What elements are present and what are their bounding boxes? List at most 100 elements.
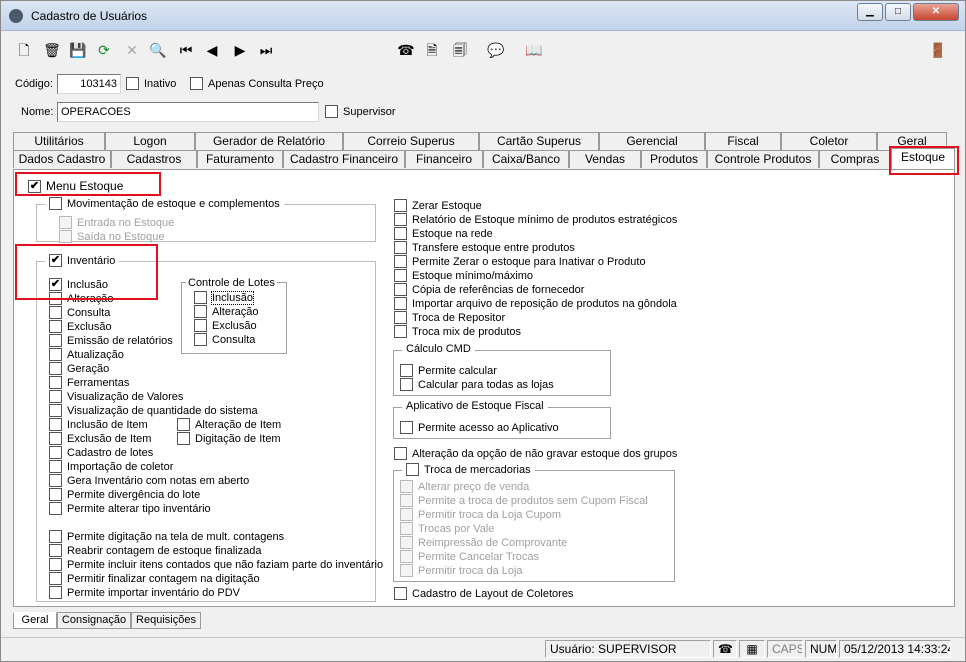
cancelar-trocas-checkbox[interactable]: Permite Cancelar Trocas	[400, 550, 539, 563]
tab-coletor[interactable]: Coletor	[781, 132, 877, 150]
tab-bottom-requisicoes[interactable]: Requisições	[131, 612, 201, 629]
exit-icon[interactable]: 🚪	[929, 41, 947, 59]
inv-gera-inventario-checkbox[interactable]: Gera Inventário com notas em aberto	[49, 474, 249, 487]
add-doc-icon[interactable]: 🗎	[423, 41, 441, 59]
inv-divergencia-lote-checkbox[interactable]: Permite divergência do lote	[49, 488, 200, 501]
inv-digitacao-mult-contagens-checkbox[interactable]: Permite digitação na tela de mult. conta…	[49, 530, 284, 543]
lotes-exclusao-checkbox[interactable]: Exclusão	[194, 319, 257, 332]
alteracao-opcao-grupos-checkbox[interactable]: Alteração da opção de não gravar estoque…	[394, 447, 677, 460]
inv-visualizacao-valores-checkbox[interactable]: Visualização de Valores	[49, 390, 183, 403]
troca-repositor-checkbox[interactable]: Troca de Repositor	[394, 311, 505, 324]
inv-alteracao-item-checkbox[interactable]: Alteração de Item	[177, 418, 281, 431]
apenas-consulta-checkbox[interactable]: Apenas Consulta Preço	[190, 77, 324, 90]
reimpressao-comprovante-checkbox[interactable]: Reimpressão de Comprovante	[400, 536, 567, 549]
troca-loja-checkbox[interactable]: Permitir troca da Loja	[400, 564, 523, 577]
inv-emissao-relatorios-checkbox[interactable]: Emissão de relatórios	[49, 334, 173, 347]
inv-consulta-checkbox[interactable]: Consulta	[49, 306, 110, 319]
trocas-por-vale-checkbox[interactable]: Trocas por Vale	[400, 522, 494, 535]
inativo-checkbox[interactable]: Inativo	[126, 77, 176, 90]
tab-gerencial[interactable]: Gerencial	[599, 132, 705, 150]
delete-icon[interactable]: 🗑	[43, 41, 61, 59]
phone-icon[interactable]: ☎	[397, 41, 415, 59]
tab-faturamento[interactable]: Faturamento	[197, 150, 283, 168]
lotes-consulta-checkbox[interactable]: Consulta	[194, 333, 255, 346]
refresh-icon[interactable]: ⟳	[95, 41, 113, 59]
report-icon[interactable]: 🗐	[451, 41, 469, 59]
inv-inclusao-item-checkbox[interactable]: Inclusão de Item	[49, 418, 148, 431]
tab-bottom-geral[interactable]: Geral	[13, 612, 57, 629]
troca-loja-cupom-checkbox[interactable]: Permitir troca da Loja Cupom	[400, 508, 561, 521]
inv-importacao-coletor-checkbox[interactable]: Importação de coletor	[49, 460, 173, 473]
chat-icon[interactable]: 💬	[487, 41, 505, 59]
search-icon[interactable]: 🔍	[149, 41, 167, 59]
saida-estoque-checkbox[interactable]: Saída no Estoque	[59, 230, 164, 243]
estoque-min-max-checkbox[interactable]: Estoque mínimo/máximo	[394, 269, 533, 282]
zerar-inativar-checkbox[interactable]: Permite Zerar o estoque para Inativar o …	[394, 255, 646, 268]
troca-mercadorias-checkbox[interactable]: Troca de mercadorias	[402, 463, 535, 476]
permite-calcular-checkbox[interactable]: Permite calcular	[400, 364, 497, 377]
tab-utilitarios[interactable]: Utilitários	[13, 132, 105, 150]
controle-lotes-group: Controle de Lotes Inclusão Alteração Exc…	[181, 277, 287, 354]
tab-fiscal[interactable]: Fiscal	[705, 132, 781, 150]
tab-gerador-relatorio[interactable]: Gerador de Relatório	[195, 132, 343, 150]
calcular-todas-lojas-checkbox[interactable]: Calcular para todas as lojas	[400, 378, 554, 391]
inv-digitacao-item-checkbox[interactable]: Digitação de Item	[177, 432, 281, 445]
inv-geracao-checkbox[interactable]: Geração	[49, 362, 109, 375]
calculator-icon[interactable]: ▦	[739, 640, 765, 658]
minimize-button[interactable]: ▁	[857, 3, 883, 21]
prev-record-icon[interactable]: ◀	[203, 41, 221, 59]
maximize-button[interactable]: □	[885, 3, 911, 21]
nome-label: Nome:	[21, 106, 54, 118]
cadastro-layout-coletores-checkbox[interactable]: Cadastro de Layout de Coletores	[394, 587, 573, 600]
tab-cadastro-financeiro[interactable]: Cadastro Financeiro	[283, 150, 405, 168]
inv-visualizacao-quantidade-checkbox[interactable]: Visualização de quantidade do sistema	[49, 404, 258, 417]
tab-financeiro[interactable]: Financeiro	[405, 150, 483, 168]
last-record-icon[interactable]: ⏭	[257, 41, 275, 59]
transfere-estoque-checkbox[interactable]: Transfere estoque entre produtos	[394, 241, 575, 254]
troca-sem-cupom-checkbox[interactable]: Permite a troca de produtos sem Cupom Fi…	[400, 494, 648, 507]
inv-atualizacao-checkbox[interactable]: Atualização	[49, 348, 124, 361]
tab-produtos[interactable]: Produtos	[641, 150, 707, 168]
inv-exclusao-item-checkbox[interactable]: Exclusão de Item	[49, 432, 151, 445]
movimentacao-checkbox[interactable]: Movimentação de estoque e complementos	[45, 197, 284, 210]
estoque-rede-checkbox[interactable]: Estoque na rede	[394, 227, 493, 240]
new-icon[interactable]: 🗋	[15, 41, 33, 59]
inv-importar-pdv-checkbox[interactable]: Permite importar inventário do PDV	[49, 586, 240, 599]
codigo-input[interactable]	[57, 74, 121, 94]
tab-controle-produtos[interactable]: Controle Produtos	[707, 150, 819, 168]
inv-exclusao-checkbox[interactable]: Exclusão	[49, 320, 112, 333]
entrada-estoque-checkbox[interactable]: Entrada no Estoque	[59, 216, 174, 229]
lotes-inclusao-checkbox[interactable]: Inclusão	[194, 290, 254, 305]
help-book-icon[interactable]: 📖	[525, 41, 543, 59]
lotes-alteracao-checkbox[interactable]: Alteração	[194, 305, 258, 318]
tab-caixa-banco[interactable]: Caixa/Banco	[483, 150, 569, 168]
tab-correio-superus[interactable]: Correio Superus	[343, 132, 479, 150]
cancel-icon[interactable]: ✕	[123, 41, 141, 59]
permite-acesso-aplicativo-checkbox[interactable]: Permite acesso ao Aplicativo	[400, 421, 559, 434]
inv-reabrir-contagem-checkbox[interactable]: Reabrir contagem de estoque finalizada	[49, 544, 261, 557]
inv-ferramentas-checkbox[interactable]: Ferramentas	[49, 376, 129, 389]
inv-alterar-tipo-checkbox[interactable]: Permite alterar tipo inventário	[49, 502, 211, 515]
tab-logon[interactable]: Logon	[105, 132, 195, 150]
tab-vendas[interactable]: Vendas	[569, 150, 641, 168]
inv-finalizar-contagem-checkbox[interactable]: Permitir finalizar contagem na digitação	[49, 572, 260, 585]
close-button[interactable]: ✕	[913, 3, 959, 21]
inv-cadastro-lotes-checkbox[interactable]: Cadastro de lotes	[49, 446, 153, 459]
tab-cartao-superus[interactable]: Cartão Superus	[479, 132, 599, 150]
nome-input[interactable]	[57, 102, 319, 122]
tab-cadastros[interactable]: Cadastros	[111, 150, 197, 168]
first-record-icon[interactable]: ⏮	[177, 41, 195, 59]
copia-referencias-checkbox[interactable]: Cópia de referências de fornecedor	[394, 283, 584, 296]
inv-incluir-itens-checkbox[interactable]: Permite incluir itens contados que não f…	[49, 558, 383, 571]
troca-alterar-preco-checkbox[interactable]: Alterar preço de venda	[400, 480, 529, 493]
supervisor-checkbox[interactable]: Supervisor	[325, 105, 396, 118]
troca-mix-checkbox[interactable]: Troca mix de produtos	[394, 325, 521, 338]
tab-dados-cadastro[interactable]: Dados Cadastro	[13, 150, 111, 168]
importar-reposicao-checkbox[interactable]: Importar arquivo de reposição de produto…	[394, 297, 677, 310]
zerar-estoque-checkbox[interactable]: Zerar Estoque	[394, 199, 482, 212]
tab-compras[interactable]: Compras	[819, 150, 891, 168]
save-icon[interactable]: 💾	[69, 41, 87, 59]
relatorio-estoque-minimo-checkbox[interactable]: Relatório de Estoque mínimo de produtos …	[394, 213, 677, 226]
tab-bottom-consignacao[interactable]: Consignação	[57, 612, 131, 629]
next-record-icon[interactable]: ▶	[231, 41, 249, 59]
